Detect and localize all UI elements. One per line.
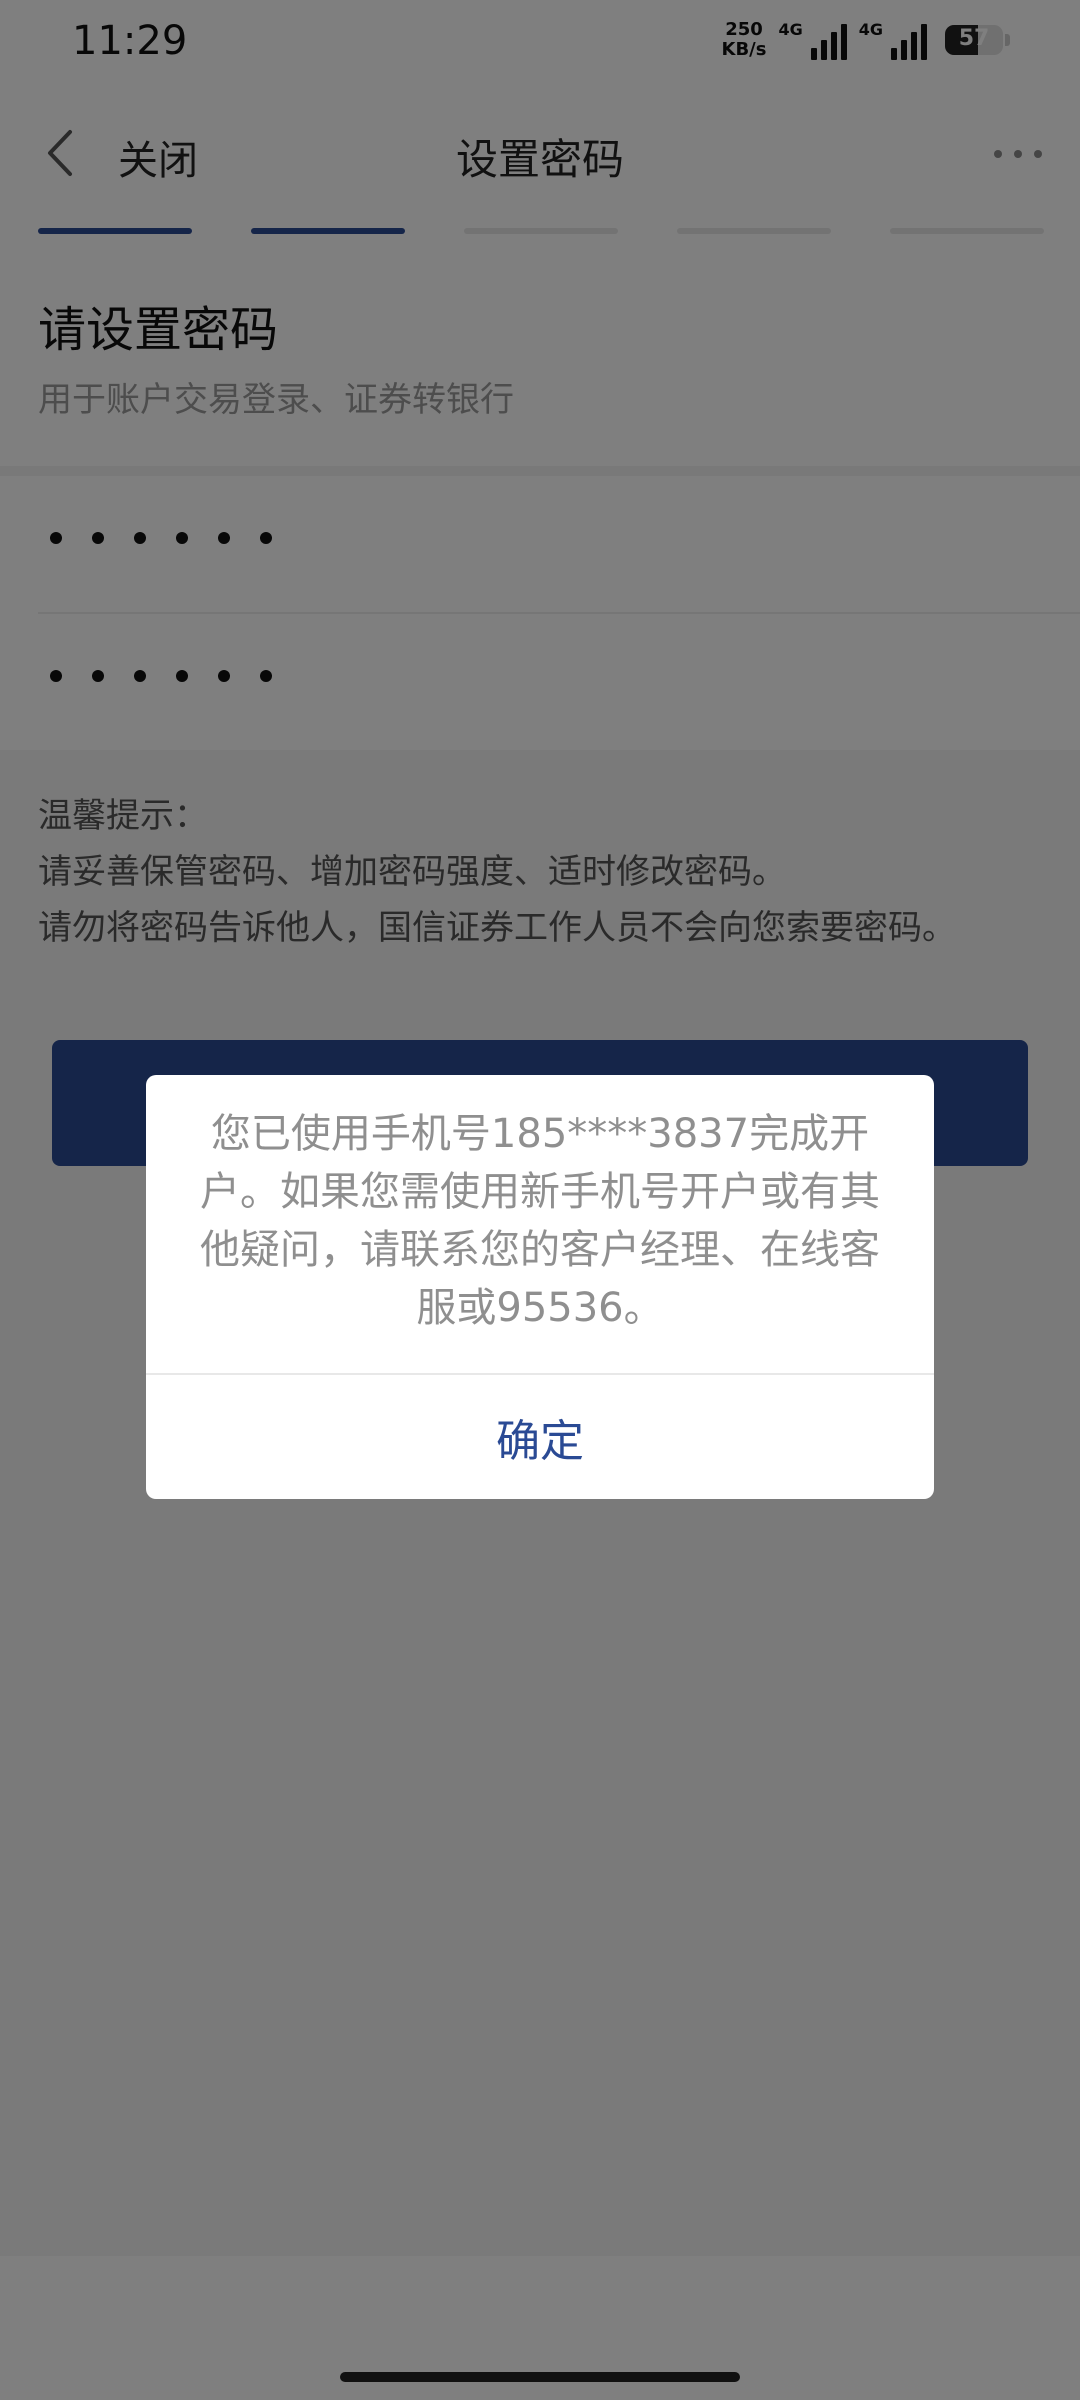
confirm-button[interactable]: 确定 bbox=[146, 1375, 934, 1499]
dialog-message: 您已使用手机号185****3837完成开户。如果您需使用新手机号开户或有其他疑… bbox=[200, 1111, 880, 1331]
screen: 11:29 250 KB/s 4G 4G 57 bbox=[0, 0, 1080, 2400]
alert-dialog: 您已使用手机号185****3837完成开户。如果您需使用新手机号开户或有其他疑… bbox=[146, 1075, 934, 1499]
home-indicator[interactable] bbox=[340, 2372, 740, 2382]
